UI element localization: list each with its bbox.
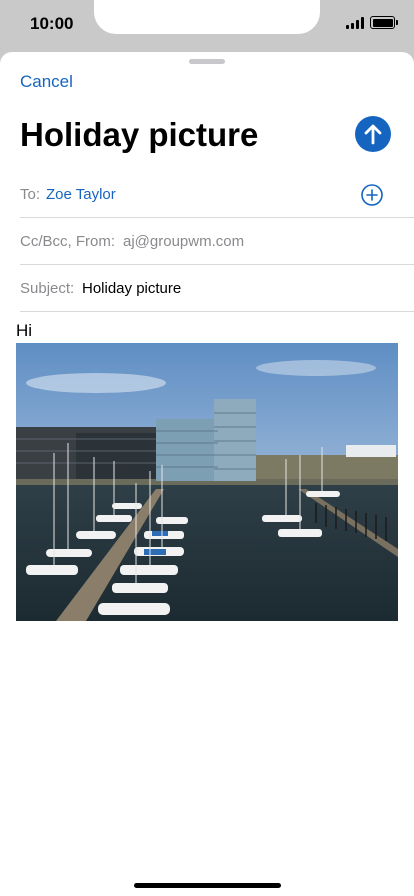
- subject-field[interactable]: Subject: Holiday picture: [20, 265, 414, 312]
- compose-sheet: Cancel Holiday picture To: Zoe Taylor Cc…: [0, 52, 414, 896]
- notch: [94, 0, 320, 34]
- compose-title: Holiday picture: [20, 116, 259, 153]
- subject-label: Subject:: [20, 280, 75, 297]
- to-recipient[interactable]: Zoe Taylor: [46, 186, 116, 203]
- cc-bcc-from-label: Cc/Bcc, From:: [20, 233, 116, 250]
- subject-input[interactable]: Holiday picture: [82, 280, 181, 297]
- plus-circle-icon[interactable]: [361, 184, 383, 206]
- battery-tip: [396, 20, 398, 25]
- home-indicator[interactable]: [134, 883, 281, 888]
- status-time: 10:00: [30, 14, 74, 33]
- attached-photo[interactable]: [16, 343, 398, 621]
- sheet-grabber[interactable]: [189, 59, 225, 64]
- cellular-signal-icon: [346, 17, 364, 29]
- cc-bcc-from-field[interactable]: Cc/Bcc, From: aj@groupwm.com: [20, 218, 414, 265]
- arrow-up-icon: [364, 124, 382, 145]
- battery-icon: [370, 16, 395, 29]
- send-button[interactable]: [355, 116, 391, 152]
- message-body-text[interactable]: Hi: [16, 321, 32, 341]
- to-field[interactable]: To: Zoe Taylor: [20, 171, 414, 218]
- to-label: To:: [20, 186, 41, 203]
- from-address[interactable]: aj@groupwm.com: [123, 233, 244, 250]
- cancel-button[interactable]: Cancel: [20, 72, 73, 92]
- status-bar: 10:00: [0, 0, 414, 54]
